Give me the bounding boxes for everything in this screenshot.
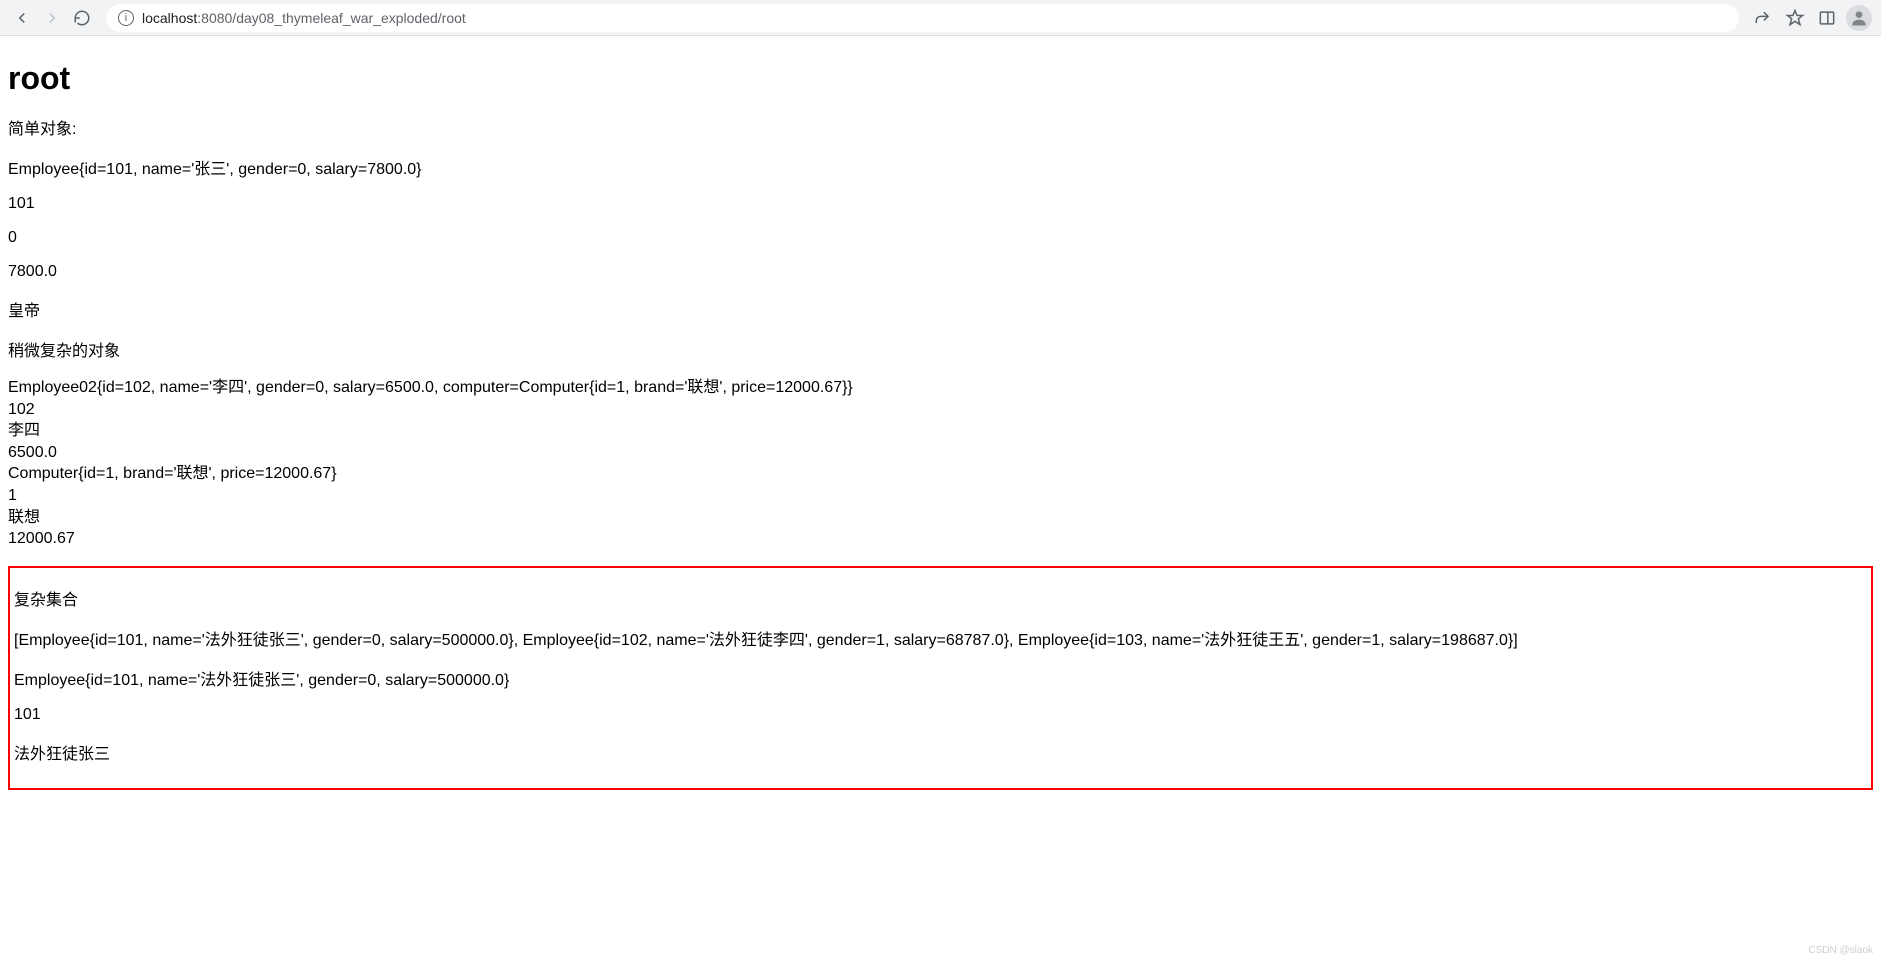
computer-string: Computer{id=1, brand='联想', price=12000.6… [8,463,1873,485]
computer-brand: 联想 [8,507,1873,529]
bookmark-icon[interactable] [1781,4,1809,32]
employee1-salary: 7800.0 [8,263,1873,281]
collection-highlight-box: 复杂集合 [Employee{id=101, name='法外狂徒张三', ge… [8,566,1873,790]
simple-object-label: 简单对象: [8,115,1873,139]
employee2-string: Employee02{id=102, name='李四', gender=0, … [8,377,1873,399]
collection-label: 复杂集合 [14,586,1867,610]
site-info-icon[interactable]: i [118,10,134,26]
back-button[interactable] [8,4,36,32]
collection-emp1-name: 法外狂徒张三 [14,740,1867,764]
employee2-salary: 6500.0 [8,442,1873,464]
page-content: root 简单对象: Employee{id=101, name='张三', g… [0,36,1881,798]
url-path: :8080/day08_thymeleaf_war_exploded/root [197,10,466,26]
profile-avatar[interactable] [1845,4,1873,32]
page-title: root [8,60,1873,97]
complex-object-label: 稍微复杂的对象 [8,337,1873,361]
emperor-text: 皇帝 [8,297,1873,321]
reload-button[interactable] [68,4,96,32]
computer-id: 1 [8,485,1873,507]
collection-emp1-id: 101 [14,706,1867,724]
share-icon[interactable] [1749,4,1777,32]
watermark: CSDN @slaok [1808,945,1873,956]
employee1-id: 101 [8,195,1873,213]
employee2-name: 李四 [8,420,1873,442]
employee2-id: 102 [8,399,1873,421]
employee1-gender: 0 [8,229,1873,247]
url-text: localhost:8080/day08_thymeleaf_war_explo… [142,10,466,26]
employee1-string: Employee{id=101, name='张三', gender=0, sa… [8,155,1873,179]
collection-list: [Employee{id=101, name='法外狂徒张三', gender=… [14,626,1867,650]
employee2-block: Employee02{id=102, name='李四', gender=0, … [8,377,1873,550]
toolbar-right [1749,4,1873,32]
collection-emp1-string: Employee{id=101, name='法外狂徒张三', gender=0… [14,666,1867,690]
computer-price: 12000.67 [8,528,1873,550]
forward-button[interactable] [38,4,66,32]
side-panel-icon[interactable] [1813,4,1841,32]
browser-toolbar: i localhost:8080/day08_thymeleaf_war_exp… [0,0,1881,36]
url-host: localhost [142,10,197,26]
address-bar[interactable]: i localhost:8080/day08_thymeleaf_war_exp… [106,4,1739,32]
